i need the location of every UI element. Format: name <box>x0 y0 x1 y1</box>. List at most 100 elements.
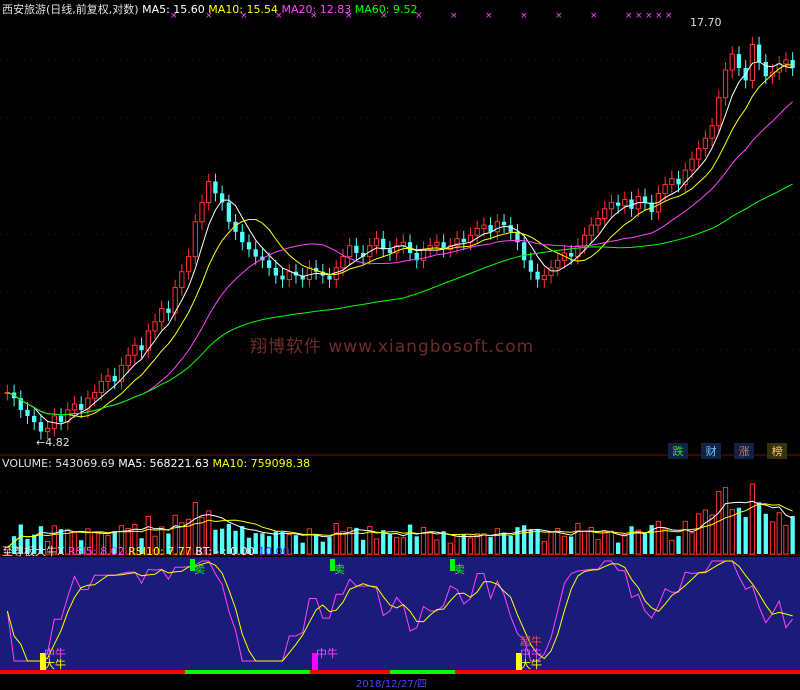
candle-body <box>79 404 84 410</box>
candle-body <box>132 344 138 356</box>
top-marker: × <box>645 11 653 21</box>
volume-ma10: MA10: 759098.38 <box>212 457 311 470</box>
candle-body <box>152 321 158 332</box>
candle-body <box>434 241 440 247</box>
candle-body <box>528 260 534 272</box>
candle-body <box>253 249 258 257</box>
volume-bar <box>515 527 520 554</box>
low-price-value: 4.82 <box>45 436 70 449</box>
volume-bar <box>676 536 681 554</box>
indicator-pane[interactable]: 至尊板大牛X RSI5: 8.02 RSI10: 7.77 BT: - : 0.… <box>0 545 800 690</box>
volume-chart-pane[interactable]: VOLUME: 543069.69 MA5: 568221.63 MA10: 7… <box>0 456 800 556</box>
candle-body <box>595 217 601 226</box>
volume-bar <box>662 528 668 555</box>
volume-bar <box>481 533 487 555</box>
volume-bar <box>373 538 380 555</box>
volume-ma5: MA5: 568221.63 <box>118 457 209 470</box>
candle-body <box>790 59 795 69</box>
candle-body <box>240 231 245 243</box>
volume-ma10-line <box>7 503 793 548</box>
volume-bar <box>569 536 574 554</box>
candle-body <box>98 380 104 393</box>
volume-bar <box>387 534 393 554</box>
trend-band-segment <box>0 670 185 674</box>
volume-bar <box>776 512 782 555</box>
volume-bar <box>581 530 588 555</box>
candle-body <box>535 271 540 280</box>
candle-body <box>615 202 621 206</box>
candle-body <box>522 242 527 261</box>
volume-bar <box>702 509 709 555</box>
sell-mark-3: 卖 <box>454 563 465 576</box>
top-marker: × <box>555 11 563 21</box>
candle-body <box>139 345 144 351</box>
candle-body <box>581 234 588 247</box>
volume-bar <box>434 539 440 555</box>
volume-bar <box>749 483 756 555</box>
volume-bar <box>461 534 466 554</box>
volume-bar <box>535 529 540 554</box>
candle-body <box>373 238 380 247</box>
ma60-value: MA60: 9.52 <box>354 3 418 16</box>
mid-bull-mark-2: 中牛 <box>316 647 338 660</box>
volume-bar <box>561 535 568 555</box>
volume-bar <box>689 532 695 555</box>
candle-body <box>199 202 205 223</box>
candle-body <box>461 238 466 243</box>
rsi5-value: RSI5: 8.02 <box>68 545 125 558</box>
indicator-chart[interactable] <box>0 557 800 682</box>
low-price-label: ←4.82 <box>36 436 70 449</box>
candle-body <box>58 415 64 423</box>
candle-body <box>508 225 513 232</box>
volume-bar <box>501 532 507 554</box>
trend-band-segment <box>390 670 455 674</box>
candle-body <box>44 427 51 433</box>
rsi10-value: RSI10: 7.77 <box>128 545 192 558</box>
sell-mark-2: 卖 <box>334 563 345 576</box>
candle-body <box>105 375 111 382</box>
volume-bar <box>354 527 359 554</box>
candle-body <box>125 354 131 366</box>
top-marker: × <box>590 11 598 21</box>
candle-body <box>219 193 225 203</box>
candle-body <box>112 375 117 382</box>
volume-bar <box>467 537 474 555</box>
volume-bar <box>360 539 366 554</box>
candle-body <box>306 267 313 281</box>
volume-chart[interactable] <box>0 456 800 556</box>
candle-body <box>280 275 285 280</box>
volume-bar <box>642 533 648 554</box>
trend-band-segment <box>185 670 310 674</box>
indicator-name: 至尊板大牛X <box>2 545 65 558</box>
volume-bar <box>381 530 386 554</box>
price-chart-pane[interactable]: × × × × × × × × × × × × × × × × × × 西安旅游(日线,前复权,对数) MA5: … <box>0 0 800 459</box>
volume-bar <box>669 539 675 555</box>
volume-bar <box>494 528 500 555</box>
candle-body <box>588 224 594 236</box>
watermark: 翔博软件 www.xiangbosoft.com <box>250 337 535 357</box>
candle-body <box>25 409 30 416</box>
volume-bar <box>333 522 339 555</box>
trend-band-segment <box>520 670 800 674</box>
top-marker: × <box>485 11 493 21</box>
volume-bar <box>327 537 332 554</box>
volume-bar <box>743 517 748 554</box>
candle-body <box>192 221 198 258</box>
volume-bar <box>441 531 446 554</box>
top-marker: × <box>450 11 458 21</box>
volume-bar <box>756 502 762 554</box>
volume-bar <box>783 524 789 555</box>
high-price-label: 17.70 <box>690 16 722 29</box>
volume-bar <box>400 537 407 555</box>
price-chart[interactable]: × × × × × × × × × × × × × × × × × × <box>0 0 800 456</box>
candle-body <box>736 54 742 69</box>
candle-body <box>71 403 78 411</box>
volume-bar <box>407 524 413 554</box>
top-marker: × <box>635 11 643 21</box>
ma5-line <box>7 61 793 425</box>
volume-bar <box>622 533 628 555</box>
top-marker: × <box>520 11 528 21</box>
volume-bar <box>420 527 427 555</box>
volume-bar <box>541 541 547 555</box>
candle-body <box>347 245 353 258</box>
